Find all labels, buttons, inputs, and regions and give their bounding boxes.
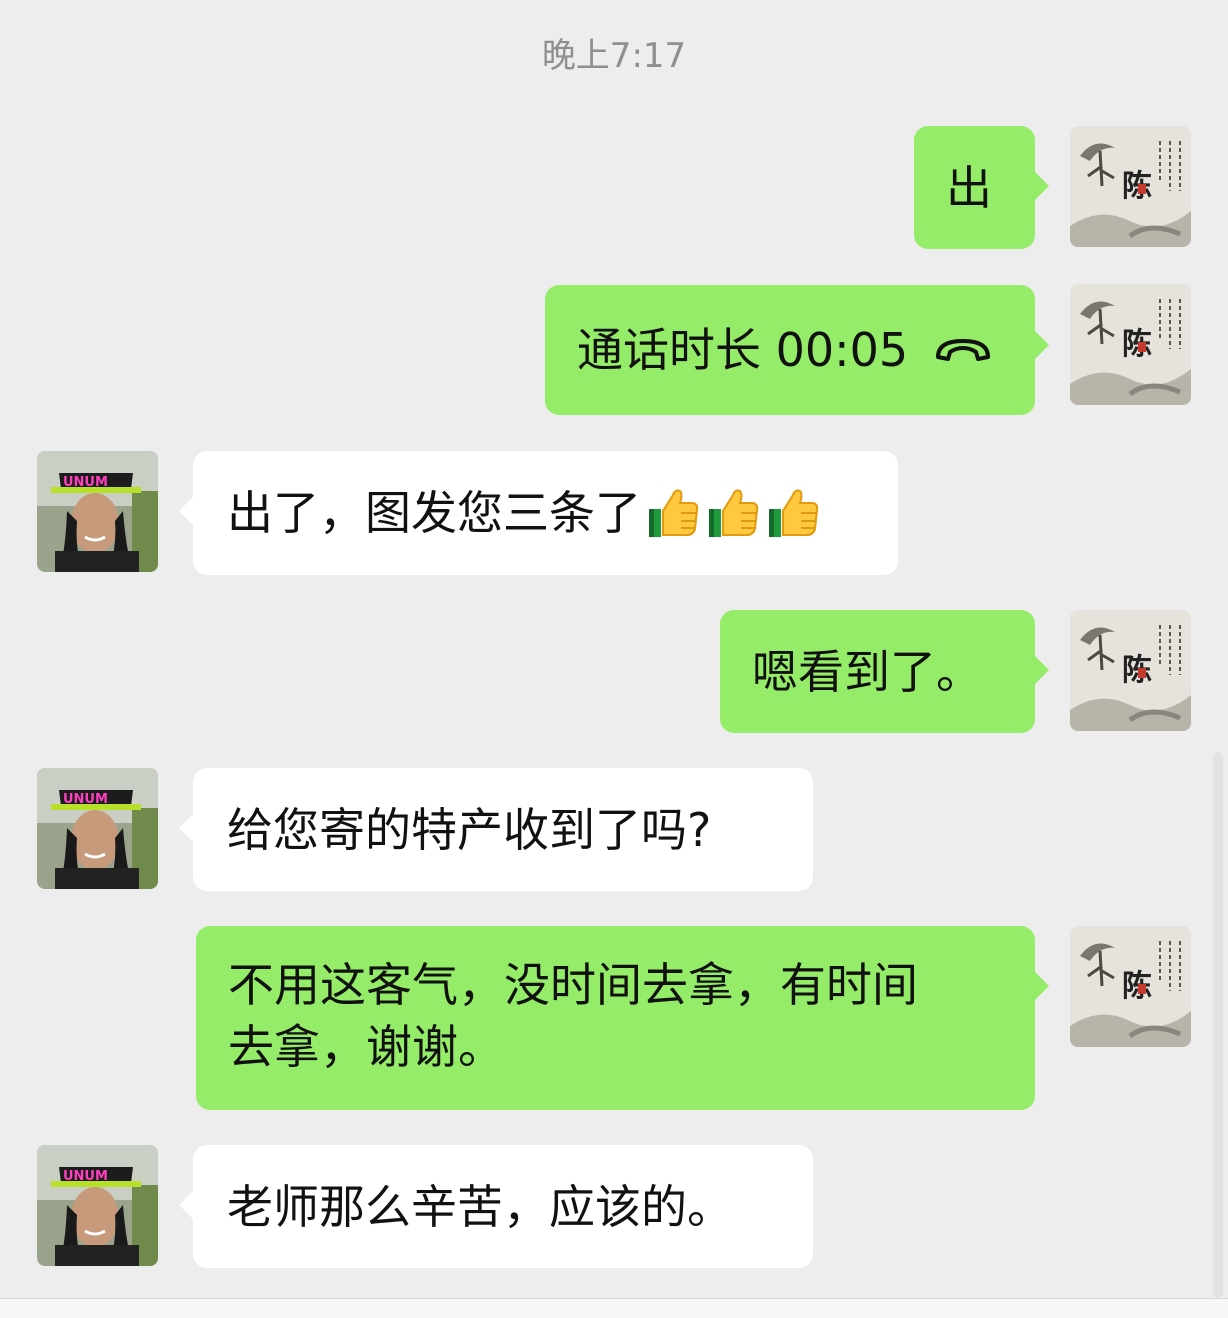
message-bubble-received[interactable]: 老师那么辛苦，应该的。 (179, 1145, 813, 1268)
svg-text:UNUM: UNUM (63, 475, 108, 490)
message-text: 老师那么辛苦，应该的。 (227, 1179, 733, 1234)
svg-text:陈: 陈 (1122, 653, 1152, 688)
avatar-contact[interactable]: UNUM (37, 768, 158, 889)
message-bubble-received[interactable]: 出了，图发您三条了 (179, 451, 898, 575)
phone-hangup-icon (936, 339, 991, 361)
avatar-contact[interactable]: UNUM (37, 1145, 158, 1266)
ink-painting-avatar-icon: 陈 (1070, 926, 1191, 1047)
scrollbar[interactable] (1213, 752, 1223, 1298)
contact-photo-icon: UNUM (37, 451, 158, 572)
message-bubble-sent[interactable]: 不用这客气，没时间去拿，有时间 去拿，谢谢。 (196, 926, 1049, 1110)
contact-photo-icon: UNUM (37, 768, 158, 889)
svg-text:陈: 陈 (1122, 969, 1152, 1004)
message-bubble-sent[interactable]: 嗯看到了。 (720, 610, 1049, 733)
timestamp: 晚上7:17 (541, 36, 687, 76)
message-bubble-received[interactable]: 给您寄的特产收到了吗? (179, 768, 813, 891)
input-bar-edge (0, 1298, 1228, 1318)
call-duration-text: 通话时长 00:05 (577, 323, 909, 377)
thumbs-up-icon (649, 489, 699, 537)
ink-painting-avatar-icon: 陈 (1070, 284, 1191, 405)
thumbs-up-icon (769, 489, 819, 537)
avatar-contact[interactable]: UNUM (37, 451, 158, 572)
svg-text:陈: 陈 (1122, 169, 1152, 204)
avatar-self[interactable]: 陈 (1070, 284, 1191, 405)
svg-text:UNUM: UNUM (63, 792, 108, 807)
contact-photo-icon: UNUM (37, 1145, 158, 1266)
message-text-line: 去拿，谢谢。 (228, 1020, 504, 1074)
call-record-bubble[interactable]: 通话时长 00:05 (545, 285, 1049, 415)
message-bubble-sent[interactable]: 出 (914, 126, 1049, 249)
thumbs-up-icon (709, 489, 759, 537)
message-text: 出 (946, 160, 992, 215)
message-text: 出了，图发您三条了 (227, 486, 641, 540)
avatar-self[interactable]: 陈 (1070, 126, 1191, 247)
svg-text:UNUM: UNUM (63, 1169, 108, 1184)
message-text: 给您寄的特产收到了吗? (227, 802, 712, 857)
avatar-self[interactable]: 陈 (1070, 926, 1191, 1047)
message-text-line: 不用这客气，没时间去拿，有时间 (228, 958, 918, 1012)
ink-painting-avatar-icon: 陈 (1070, 126, 1191, 247)
svg-text:陈: 陈 (1122, 327, 1152, 362)
message-text: 嗯看到了。 (752, 644, 982, 699)
avatar-self[interactable]: 陈 (1070, 610, 1191, 731)
ink-painting-avatar-icon: 陈 (1070, 610, 1191, 731)
